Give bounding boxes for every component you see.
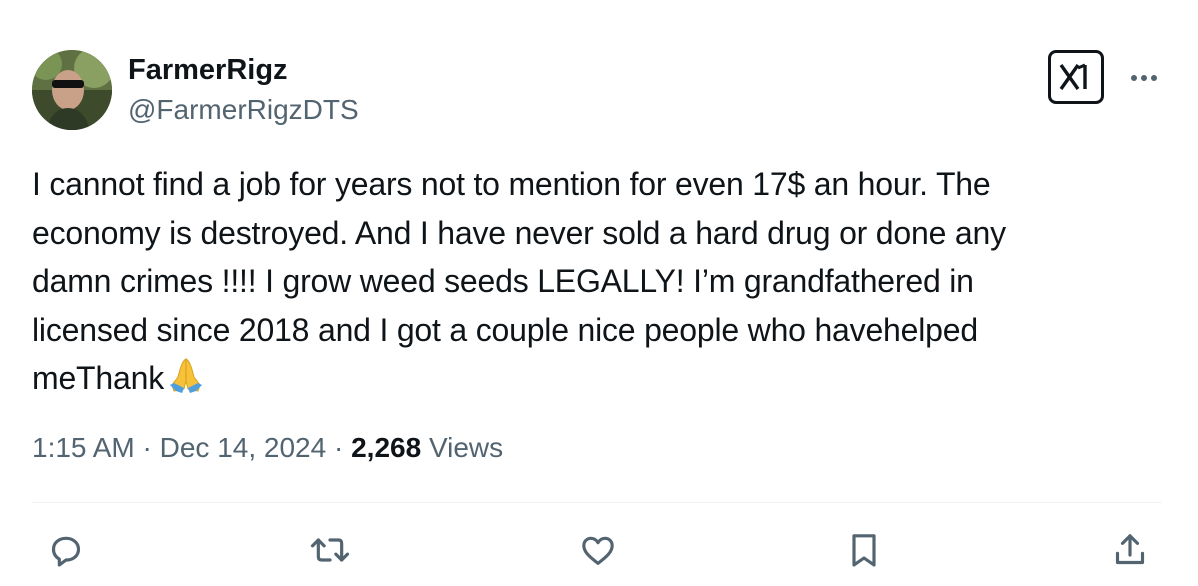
bookmark-button[interactable]	[842, 528, 886, 572]
meta-separator: ·	[134, 432, 160, 463]
divider	[32, 502, 1162, 503]
folded-hands-emoji-icon	[166, 355, 206, 409]
tweet-card: FarmerRigz @FarmerRigzDTS I cannot find …	[0, 0, 1198, 586]
tweet-text: I cannot find a job for years not to men…	[32, 160, 1132, 409]
like-button[interactable]	[576, 528, 620, 572]
tweet-text-line: economy is destroyed. And I have never s…	[32, 214, 1006, 251]
more-options-icon[interactable]	[1126, 62, 1162, 92]
reply-button[interactable]	[44, 528, 88, 572]
tweet-meta: 1:15 AM · Dec 14, 2024 · 2,268 Views	[32, 432, 503, 464]
tweet-text-line: meThank	[32, 360, 164, 396]
reply-icon	[51, 536, 81, 567]
ellipsis-icon	[1131, 75, 1157, 81]
meta-separator: ·	[326, 432, 352, 463]
tweet-date[interactable]: Dec 14, 2024	[160, 432, 327, 463]
share-button[interactable]	[1108, 528, 1152, 572]
avatar-image	[32, 50, 112, 130]
author-name[interactable]: FarmerRigz	[128, 54, 288, 87]
retweet-icon	[310, 538, 350, 562]
heart-icon	[582, 536, 614, 565]
share-icon	[1115, 534, 1145, 565]
grok-icon[interactable]	[1048, 50, 1104, 104]
bookmark-icon	[852, 534, 876, 567]
tweet-text-line: licensed since 2018 and I got a couple n…	[32, 311, 978, 348]
author-handle[interactable]: @FarmerRigzDTS	[128, 94, 359, 126]
views-count: 2,268	[351, 432, 422, 463]
tweet-text-line: damn crimes !!!! I grow weed seeds LEGAL…	[32, 263, 974, 299]
tweet-time[interactable]: 1:15 AM	[32, 432, 135, 463]
retweet-button[interactable]	[308, 528, 352, 572]
tweet-text-last-line: meThank	[32, 354, 1132, 409]
avatar[interactable]	[32, 50, 112, 130]
tweet-text-line: I cannot find a job for years not to men…	[32, 166, 991, 202]
grok-logo-icon	[1059, 63, 1087, 90]
views-label: Views	[421, 432, 504, 463]
